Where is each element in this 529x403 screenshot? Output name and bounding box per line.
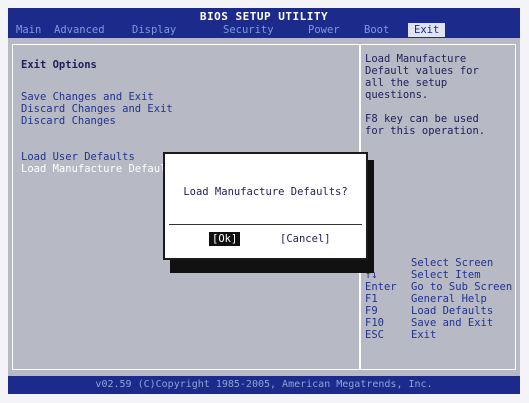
help-line: F8 key can be used: [365, 113, 479, 125]
option-load-user-defaults[interactable]: Load User Defaults: [21, 151, 135, 163]
key-f1: F1: [365, 293, 378, 305]
ok-button[interactable]: [Ok]: [209, 232, 241, 246]
tab-exit[interactable]: Exit: [408, 23, 446, 37]
key-desc: Load Defaults: [411, 305, 494, 317]
key-desc: Select Item: [411, 269, 481, 281]
key-desc: Go to Sub Screen: [411, 281, 513, 293]
key-f10: F10: [365, 317, 384, 329]
help-line: questions.: [365, 89, 429, 101]
bios-screen: BIOS SETUP UTILITY Main Advanced Display…: [0, 0, 529, 403]
help-panel: Load Manufacture Default values for all …: [360, 44, 516, 370]
top-menu-bar: BIOS SETUP UTILITY Main Advanced Display…: [8, 8, 520, 38]
key-enter: Enter: [365, 281, 397, 293]
dialog-question: Load Manufacture Defaults?: [183, 186, 348, 198]
dialog-divider: [169, 224, 362, 225]
footer-bar: v02.59 (C)Copyright 1985-2005, American …: [8, 376, 520, 394]
section-heading: Exit Options: [21, 59, 97, 71]
tab-advanced[interactable]: Advanced: [54, 24, 105, 36]
key-desc: Save and Exit: [411, 317, 494, 329]
copyright-text: v02.59 (C)Copyright 1985-2005, American …: [95, 379, 433, 390]
app-title: BIOS SETUP UTILITY: [199, 10, 329, 23]
tab-boot[interactable]: Boot: [364, 24, 389, 36]
cancel-button[interactable]: [Cancel]: [277, 232, 334, 246]
key-desc: Select Screen: [411, 257, 494, 269]
tab-security[interactable]: Security: [223, 24, 274, 36]
tab-power[interactable]: Power: [308, 24, 340, 36]
help-line: for this operation.: [365, 125, 486, 137]
help-line: Default values for: [365, 65, 479, 77]
tab-display[interactable]: Display: [132, 24, 176, 36]
tab-main[interactable]: Main: [16, 24, 41, 36]
help-line: Load Manufacture: [365, 53, 467, 65]
option-save-and-exit[interactable]: Save Changes and Exit: [21, 91, 154, 103]
key-desc: General Help: [411, 293, 487, 305]
key-esc: ESC: [365, 329, 384, 341]
option-discard-changes[interactable]: Discard Changes: [21, 115, 116, 127]
option-load-manufacture-defaults[interactable]: Load Manufacture Defaults: [21, 163, 179, 175]
option-discard-and-exit[interactable]: Discard Changes and Exit: [21, 103, 173, 115]
key-desc: Exit: [411, 329, 437, 341]
key-f9: F9: [365, 305, 378, 317]
confirm-dialog: Load Manufacture Defaults? [Ok] [Cancel]: [163, 152, 368, 260]
help-line: all the setup: [365, 77, 448, 89]
